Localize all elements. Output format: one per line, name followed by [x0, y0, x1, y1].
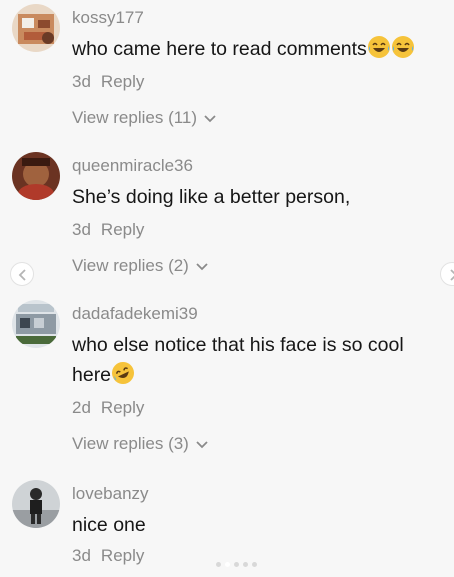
comments-screen: kossy177 who came here to read comments … [0, 0, 454, 577]
comment-meta: 3d Reply [72, 546, 144, 566]
carousel-dot[interactable] [252, 562, 257, 567]
laughing-tears-emoji-icon [367, 36, 390, 58]
comment-text: who else notice that his face is so cool [72, 334, 404, 356]
comment-username[interactable]: dadafadekemi39 [72, 304, 198, 324]
view-replies-button[interactable]: View replies (11) [72, 108, 217, 128]
view-replies-button[interactable]: View replies (2) [72, 256, 209, 276]
comment-meta: 3d Reply [72, 72, 144, 92]
chevron-down-icon [204, 114, 216, 122]
laughing-tears-emoji-icon [391, 36, 414, 58]
view-replies-label: View replies (3) [72, 434, 189, 453]
carousel-dot-active[interactable] [225, 562, 230, 567]
carousel-dot[interactable] [234, 562, 239, 567]
avatar[interactable] [12, 300, 60, 348]
reply-button[interactable]: Reply [101, 398, 144, 417]
comment-username[interactable]: kossy177 [72, 8, 144, 28]
carousel-prev-button[interactable] [10, 262, 34, 286]
avatar[interactable] [12, 480, 60, 528]
reply-button[interactable]: Reply [101, 72, 144, 91]
chevron-down-icon [196, 262, 208, 270]
comment-time: 3d [72, 220, 91, 239]
comment-meta: 3d Reply [72, 220, 144, 240]
comment-username[interactable]: queenmiracle36 [72, 156, 193, 176]
reply-button[interactable]: Reply [101, 220, 144, 239]
comment-text-body: who came here to read comments [72, 38, 367, 60]
view-replies-button[interactable]: View replies (3) [72, 434, 209, 454]
chevron-left-icon [18, 269, 26, 281]
comment-item: dadafadekemi39 who else notice that his … [0, 296, 454, 466]
carousel-dot[interactable] [243, 562, 248, 567]
view-replies-label: View replies (11) [72, 108, 198, 127]
carousel-next-button[interactable] [440, 262, 454, 286]
chevron-right-icon [450, 269, 454, 281]
comment-item: lovebanzy nice one 3d Reply [0, 476, 454, 576]
comment-text: She’s doing like a better person, [72, 186, 351, 208]
view-replies-label: View replies (2) [72, 256, 189, 275]
rofl-emoji-icon [112, 362, 135, 384]
comment-time: 2d [72, 398, 91, 417]
comment-item: queenmiracle36 She’s doing like a better… [0, 148, 454, 288]
carousel-dot[interactable] [216, 562, 221, 567]
carousel-dots [216, 554, 261, 567]
comment-text-line2: here [72, 360, 135, 390]
comment-username[interactable]: lovebanzy [72, 484, 149, 504]
comment-meta: 2d Reply [72, 398, 144, 418]
comment-item: kossy177 who came here to read comments … [0, 0, 454, 140]
avatar[interactable] [12, 4, 60, 52]
chevron-down-icon [196, 440, 208, 448]
comment-text: nice one [72, 514, 146, 536]
reply-button[interactable]: Reply [101, 546, 144, 565]
comment-time: 3d [72, 546, 91, 565]
avatar[interactable] [12, 152, 60, 200]
comment-text-body: here [72, 364, 112, 386]
comment-text: who came here to read comments [72, 34, 415, 64]
comment-time: 3d [72, 72, 91, 91]
